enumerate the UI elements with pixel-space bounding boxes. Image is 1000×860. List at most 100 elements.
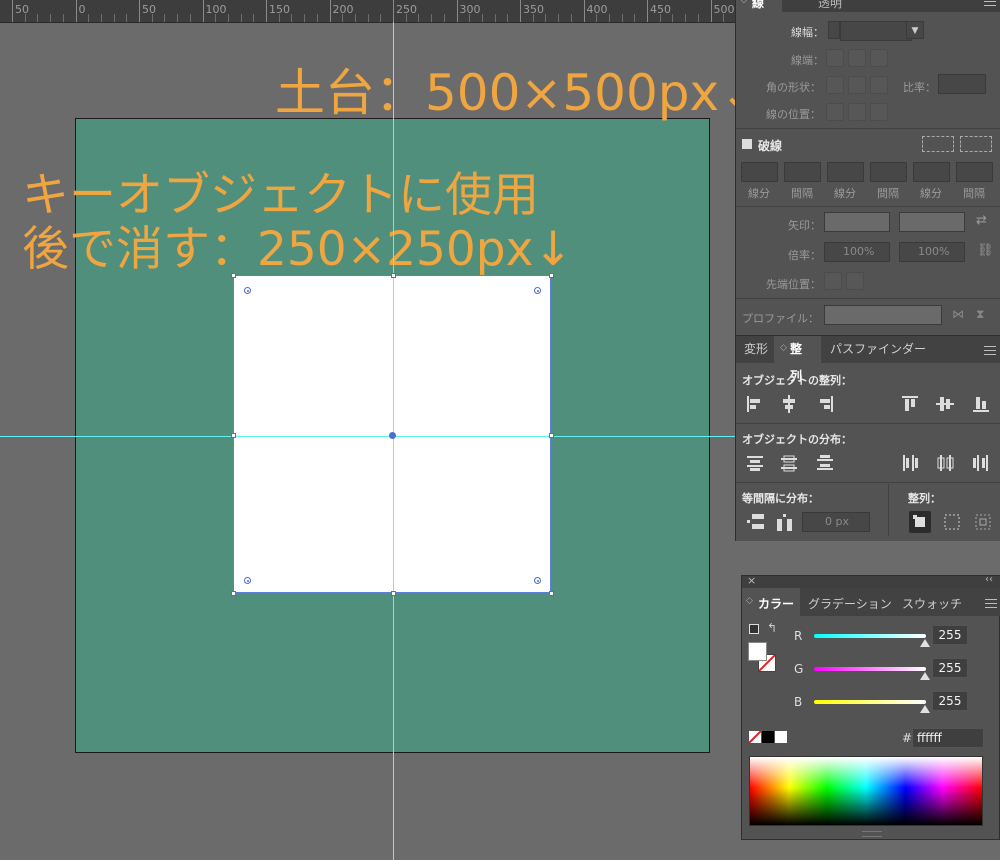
start-arrow-select[interactable] [824,212,890,232]
stroke-weight-label: 線幅： [791,26,824,39]
selection-handle[interactable] [391,273,396,278]
gap-field[interactable] [870,162,907,182]
tab-chevron-icon: ◇ [740,0,748,5]
align-to-key-object-icon[interactable] [909,511,931,533]
align-to-selection-icon[interactable] [941,511,963,533]
round-cap-icon[interactable] [848,49,866,67]
fill-swatch[interactable] [748,642,767,661]
end-arrow-select[interactable] [899,212,965,232]
distribute-horizontal-center-icon[interactable] [934,452,956,474]
panel-menu-icon[interactable] [984,1,996,11]
profile-select[interactable] [824,305,942,325]
swap-colors-icon[interactable]: ↰ [767,621,777,635]
selection-handle[interactable] [391,591,396,596]
blue-slider-track[interactable] [814,700,926,704]
stroke-weight-field[interactable] [840,21,912,41]
corner-widget[interactable] [534,287,541,294]
blue-slider-thumb[interactable] [920,705,930,713]
tab-swatches[interactable]: スウォッチ [902,595,962,612]
vertical-guide[interactable] [393,22,394,860]
align-vertical-center-icon[interactable] [934,393,956,415]
selection-handle[interactable] [231,433,236,438]
chevron-down-icon[interactable]: ▼ [906,21,924,39]
start-scale-field[interactable]: 100% [824,242,890,262]
dash-field[interactable] [741,162,778,182]
tip-extend-icon[interactable] [824,272,842,290]
panel-menu-icon[interactable] [984,346,996,356]
color-spectrum[interactable] [749,756,983,826]
red-slider-thumb[interactable] [920,639,930,647]
dash-fit-icon[interactable] [960,136,992,152]
bevel-join-icon[interactable] [870,76,888,94]
resize-grip-icon[interactable] [862,831,882,837]
dash-field[interactable] [827,162,864,182]
red-value-field[interactable]: 255 [932,625,968,645]
horizontal-guide[interactable] [0,436,735,437]
butt-cap-icon[interactable] [826,49,844,67]
selection-handle[interactable] [231,273,236,278]
align-inside-stroke-icon[interactable] [848,103,866,121]
corner-widget[interactable] [534,577,541,584]
default-colors-icon[interactable] [749,624,759,634]
tab-stroke[interactable]: 線 [752,0,764,11]
gap-field[interactable] [956,162,993,182]
weight-stepper[interactable] [828,21,840,39]
dash-corner-icon[interactable] [922,136,954,152]
flip-horizontal-icon[interactable]: ⋈ [952,307,964,321]
panel-menu-icon[interactable] [985,599,997,609]
link-icon[interactable]: ⛓ [977,243,994,258]
hex-value-field[interactable]: ffffff [912,728,984,748]
align-right-icon[interactable] [814,393,836,415]
blue-value-field[interactable]: 255 [932,691,968,711]
selection-handle[interactable] [231,591,236,596]
tab-transparency[interactable]: 透明 [818,0,842,11]
swap-arrows-icon[interactable]: ⇄ [976,213,987,228]
double-chevron-icon[interactable]: ‹‹ [985,574,993,585]
align-bottom-icon[interactable] [970,393,992,415]
tab-pathfinder[interactable]: パスファインダー [822,336,934,363]
dashed-checkbox[interactable] [742,139,752,149]
dash-field[interactable] [913,162,950,182]
red-slider-track[interactable] [814,634,926,638]
distribute-bottom-icon[interactable] [814,452,836,474]
tab-color[interactable]: カラー [758,595,794,612]
selection-handle[interactable] [549,273,554,278]
projecting-cap-icon[interactable] [870,49,888,67]
green-slider-track[interactable] [814,667,926,671]
tip-inside-icon[interactable] [846,272,864,290]
corner-widget[interactable] [244,577,251,584]
round-join-icon[interactable] [848,76,866,94]
align-left-icon[interactable] [744,393,766,415]
close-icon[interactable]: × [747,574,756,587]
distribute-top-icon[interactable] [744,452,766,474]
tab-transform[interactable]: 変形 [736,336,776,363]
align-outside-stroke-icon[interactable] [870,103,888,121]
align-to-artboard-icon[interactable] [972,511,994,533]
align-top-icon[interactable] [899,393,921,415]
spacing-value-field[interactable]: 0 px [802,512,870,532]
flip-vertical-icon[interactable]: ⧗ [976,307,984,322]
selection-handle[interactable] [549,433,554,438]
gap-field[interactable] [784,162,821,182]
distribute-horizontal-spacing-icon[interactable] [774,511,796,533]
ruler-major-tick [202,0,204,22]
ratio-field[interactable] [938,74,986,94]
distribute-vertical-spacing-icon[interactable] [744,511,766,533]
distribute-vertical-center-icon[interactable] [778,452,800,474]
selection-handle[interactable] [549,591,554,596]
end-scale-field[interactable]: 100% [899,242,965,262]
white-color-swatch[interactable] [775,731,787,743]
miter-join-icon[interactable] [826,76,844,94]
distribute-right-icon[interactable] [970,452,992,474]
black-color-swatch[interactable] [762,731,774,743]
align-center-stroke-icon[interactable] [826,103,844,121]
corner-widget[interactable] [244,287,251,294]
distribute-left-icon[interactable] [899,452,921,474]
ruler-minor-tick [494,14,496,22]
none-color-icon[interactable] [748,730,762,744]
horizontal-ruler[interactable]: 50 0 50 100 150 200 250 300 350 400 450 500 [0,0,735,23]
green-value-field[interactable]: 255 [932,658,968,678]
green-slider-thumb[interactable] [920,672,930,680]
tab-gradient[interactable]: グラデーション [808,595,892,612]
align-horizontal-center-icon[interactable] [778,393,800,415]
